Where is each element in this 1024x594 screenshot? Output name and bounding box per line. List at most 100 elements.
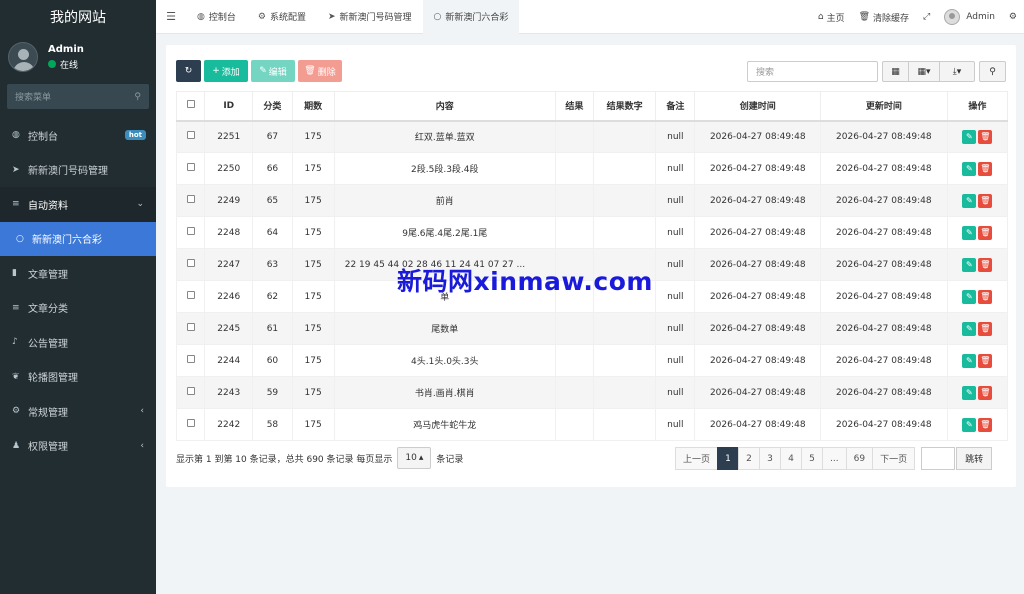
toggle-view-icon[interactable]: ▦ — [882, 61, 909, 82]
table-row[interactable]: 2243 59 175 书肖.画肖.棋肖 null 2026-04-27 08:49:48… — [175, 376, 1009, 409]
tab-2[interactable]: ➤ 新新澳门号码管理 — [317, 0, 423, 34]
refresh-button[interactable]: ↻ — [176, 60, 201, 82]
page-button-1[interactable]: 1 — [717, 447, 740, 470]
delete-button[interactable]: 🗑 删除 — [298, 60, 342, 82]
jump-page-input[interactable] — [921, 447, 956, 470]
sidebar-item-7[interactable]: ❦ 轮播图管理 — [0, 360, 156, 395]
col-id[interactable]: ID — [204, 91, 254, 122]
sidebar-item-1[interactable]: ➤ 新新澳门号码管理 — [0, 153, 156, 188]
sidebar-item-5[interactable]: ≡ 文章分类 — [0, 291, 156, 326]
row-checkbox-cell[interactable] — [175, 216, 206, 249]
settings-gear-icon[interactable]: ⚙ — [1002, 12, 1024, 22]
row-checkbox-cell[interactable] — [175, 408, 206, 441]
col-updated-time[interactable]: 更新时间 — [820, 91, 948, 122]
page-button-8[interactable]: 下一页 — [872, 447, 916, 470]
menu-search-input[interactable]: 搜索菜单 ⚲ — [7, 84, 149, 109]
row-delete-button[interactable]: 🗑 — [978, 225, 993, 240]
search-icon[interactable]: ⚲ — [979, 61, 1006, 82]
search-icon[interactable]: ⚲ — [134, 92, 141, 102]
sidebar-item-6[interactable]: ♪ 公告管理 — [0, 325, 156, 360]
row-edit-button[interactable]: ✎ — [962, 289, 977, 304]
row-edit-button[interactable]: ✎ — [962, 193, 977, 208]
select-all-checkbox-cell[interactable] — [175, 91, 206, 122]
sidebar-toggle-icon[interactable]: ☰ — [156, 10, 186, 23]
row-delete-button[interactable]: 🗑 — [978, 129, 993, 144]
table-row[interactable]: 2245 61 175 尾数单 null 2026-04-27 08:49:48 2026-… — [175, 312, 1009, 345]
row-edit-button[interactable]: ✎ — [962, 129, 977, 144]
row-delete-button[interactable]: 🗑 — [978, 161, 993, 176]
row-delete-button[interactable]: 🗑 — [978, 193, 993, 208]
table-row[interactable]: 2249 65 175 前肖 null 2026-04-27 08:49:48 2026-0… — [175, 184, 1009, 217]
tab-0[interactable]: ◍ 控制台 — [186, 0, 247, 34]
col-content[interactable]: 内容 — [333, 91, 556, 122]
row-delete-button[interactable]: 🗑 — [978, 353, 993, 368]
select-all-checkbox[interactable] — [186, 100, 195, 109]
sidebar-item-0[interactable]: ◍ 控制台 hot — [0, 118, 156, 153]
row-checkbox[interactable] — [186, 163, 195, 171]
table-search-input[interactable]: 搜索 — [747, 61, 878, 82]
page-button-6[interactable]: ... — [822, 447, 847, 470]
export-icon[interactable]: ⤓▾ — [939, 61, 975, 82]
sidebar-item-2[interactable]: ≡ 自动资料 ⌄ — [0, 187, 156, 222]
sidebar-item-9[interactable]: ♟ 权限管理 ‹ — [0, 429, 156, 464]
row-checkbox[interactable] — [186, 323, 195, 331]
row-delete-button[interactable]: 🗑 — [978, 417, 993, 432]
page-button-7[interactable]: 69 — [845, 447, 874, 470]
row-checkbox[interactable] — [186, 259, 195, 267]
col-result-number[interactable]: 结果数字 — [592, 91, 657, 122]
table-row[interactable]: 2248 64 175 9尾.6尾.4尾.2尾.1尾 null 2026-04-27 08… — [175, 216, 1009, 249]
col-period[interactable]: 期数 — [291, 91, 335, 122]
row-edit-button[interactable]: ✎ — [962, 321, 977, 336]
page-button-3[interactable]: 3 — [759, 447, 782, 470]
row-checkbox[interactable] — [186, 291, 195, 299]
row-edit-button[interactable]: ✎ — [962, 385, 977, 400]
col-category[interactable]: 分类 — [252, 91, 293, 122]
row-checkbox[interactable] — [186, 419, 195, 427]
page-button-4[interactable]: 4 — [780, 447, 803, 470]
clear-cache-button[interactable]: 🗑 清除缓存 — [852, 11, 916, 24]
row-checkbox-cell[interactable] — [175, 312, 206, 345]
page-button-5[interactable]: 5 — [801, 447, 824, 470]
row-delete-button[interactable]: 🗑 — [978, 385, 993, 400]
row-checkbox-cell[interactable] — [175, 344, 206, 377]
site-brand[interactable]: 我的网站 — [0, 0, 156, 34]
row-checkbox[interactable] — [186, 355, 195, 363]
row-checkbox[interactable] — [186, 387, 195, 395]
row-edit-button[interactable]: ✎ — [962, 257, 977, 272]
row-checkbox-cell[interactable] — [175, 280, 206, 313]
row-checkbox-cell[interactable] — [175, 248, 206, 281]
tab-3[interactable]: ○ 新新澳门六合彩 — [422, 0, 520, 34]
row-delete-button[interactable]: 🗑 — [978, 257, 993, 272]
jump-button[interactable]: 跳转 — [956, 447, 993, 470]
row-edit-button[interactable]: ✎ — [962, 353, 977, 368]
row-checkbox-cell[interactable] — [175, 376, 206, 409]
page-button-0[interactable]: 上一页 — [675, 447, 719, 470]
sidebar-item-8[interactable]: ⚙ 常规管理 ‹ — [0, 394, 156, 429]
sidebar-item-3[interactable]: ○ 新新澳门六合彩 — [0, 221, 156, 256]
row-edit-button[interactable]: ✎ — [962, 161, 977, 176]
row-delete-button[interactable]: 🗑 — [978, 289, 993, 304]
row-checkbox[interactable] — [186, 195, 195, 203]
fullscreen-icon[interactable]: ⤢ — [916, 12, 937, 22]
columns-grid-icon[interactable]: ▦▾ — [908, 61, 940, 82]
add-button[interactable]: + 添加 — [204, 60, 248, 82]
row-checkbox-cell[interactable] — [175, 120, 206, 153]
home-link[interactable]: ⌂ 主页 — [811, 11, 852, 24]
col-note[interactable]: 备注 — [655, 91, 696, 122]
sidebar-item-4[interactable]: ▮ 文章管理 — [0, 256, 156, 291]
row-checkbox[interactable] — [186, 227, 195, 235]
admin-menu[interactable]: Admin — [937, 9, 1002, 25]
table-row[interactable]: 2250 66 175 2段.5段.3段.4段 null 2026-04-27 08:49… — [175, 152, 1009, 185]
row-checkbox[interactable] — [186, 131, 195, 140]
row-checkbox-cell[interactable] — [175, 152, 206, 185]
row-edit-button[interactable]: ✎ — [962, 225, 977, 240]
table-row[interactable]: 2251 67 175 红双.蓝单.蓝双 null 2026-04-27 08:49:48… — [175, 120, 1009, 153]
table-row[interactable]: 2244 60 175 4头.1头.0头.3头 null 2026-04-27 08:49… — [175, 344, 1009, 377]
table-row[interactable]: 2242 58 175 鸡马虎牛蛇牛龙 null 2026-04-27 08:49:48 2… — [175, 408, 1009, 441]
page-size-select[interactable]: 10 ▴ — [397, 447, 432, 469]
row-checkbox-cell[interactable] — [175, 184, 206, 217]
col-result[interactable]: 结果 — [554, 91, 594, 122]
page-button-2[interactable]: 2 — [738, 447, 761, 470]
row-edit-button[interactable]: ✎ — [962, 417, 977, 432]
tab-1[interactable]: ⚙ 系统配置 — [247, 0, 317, 34]
